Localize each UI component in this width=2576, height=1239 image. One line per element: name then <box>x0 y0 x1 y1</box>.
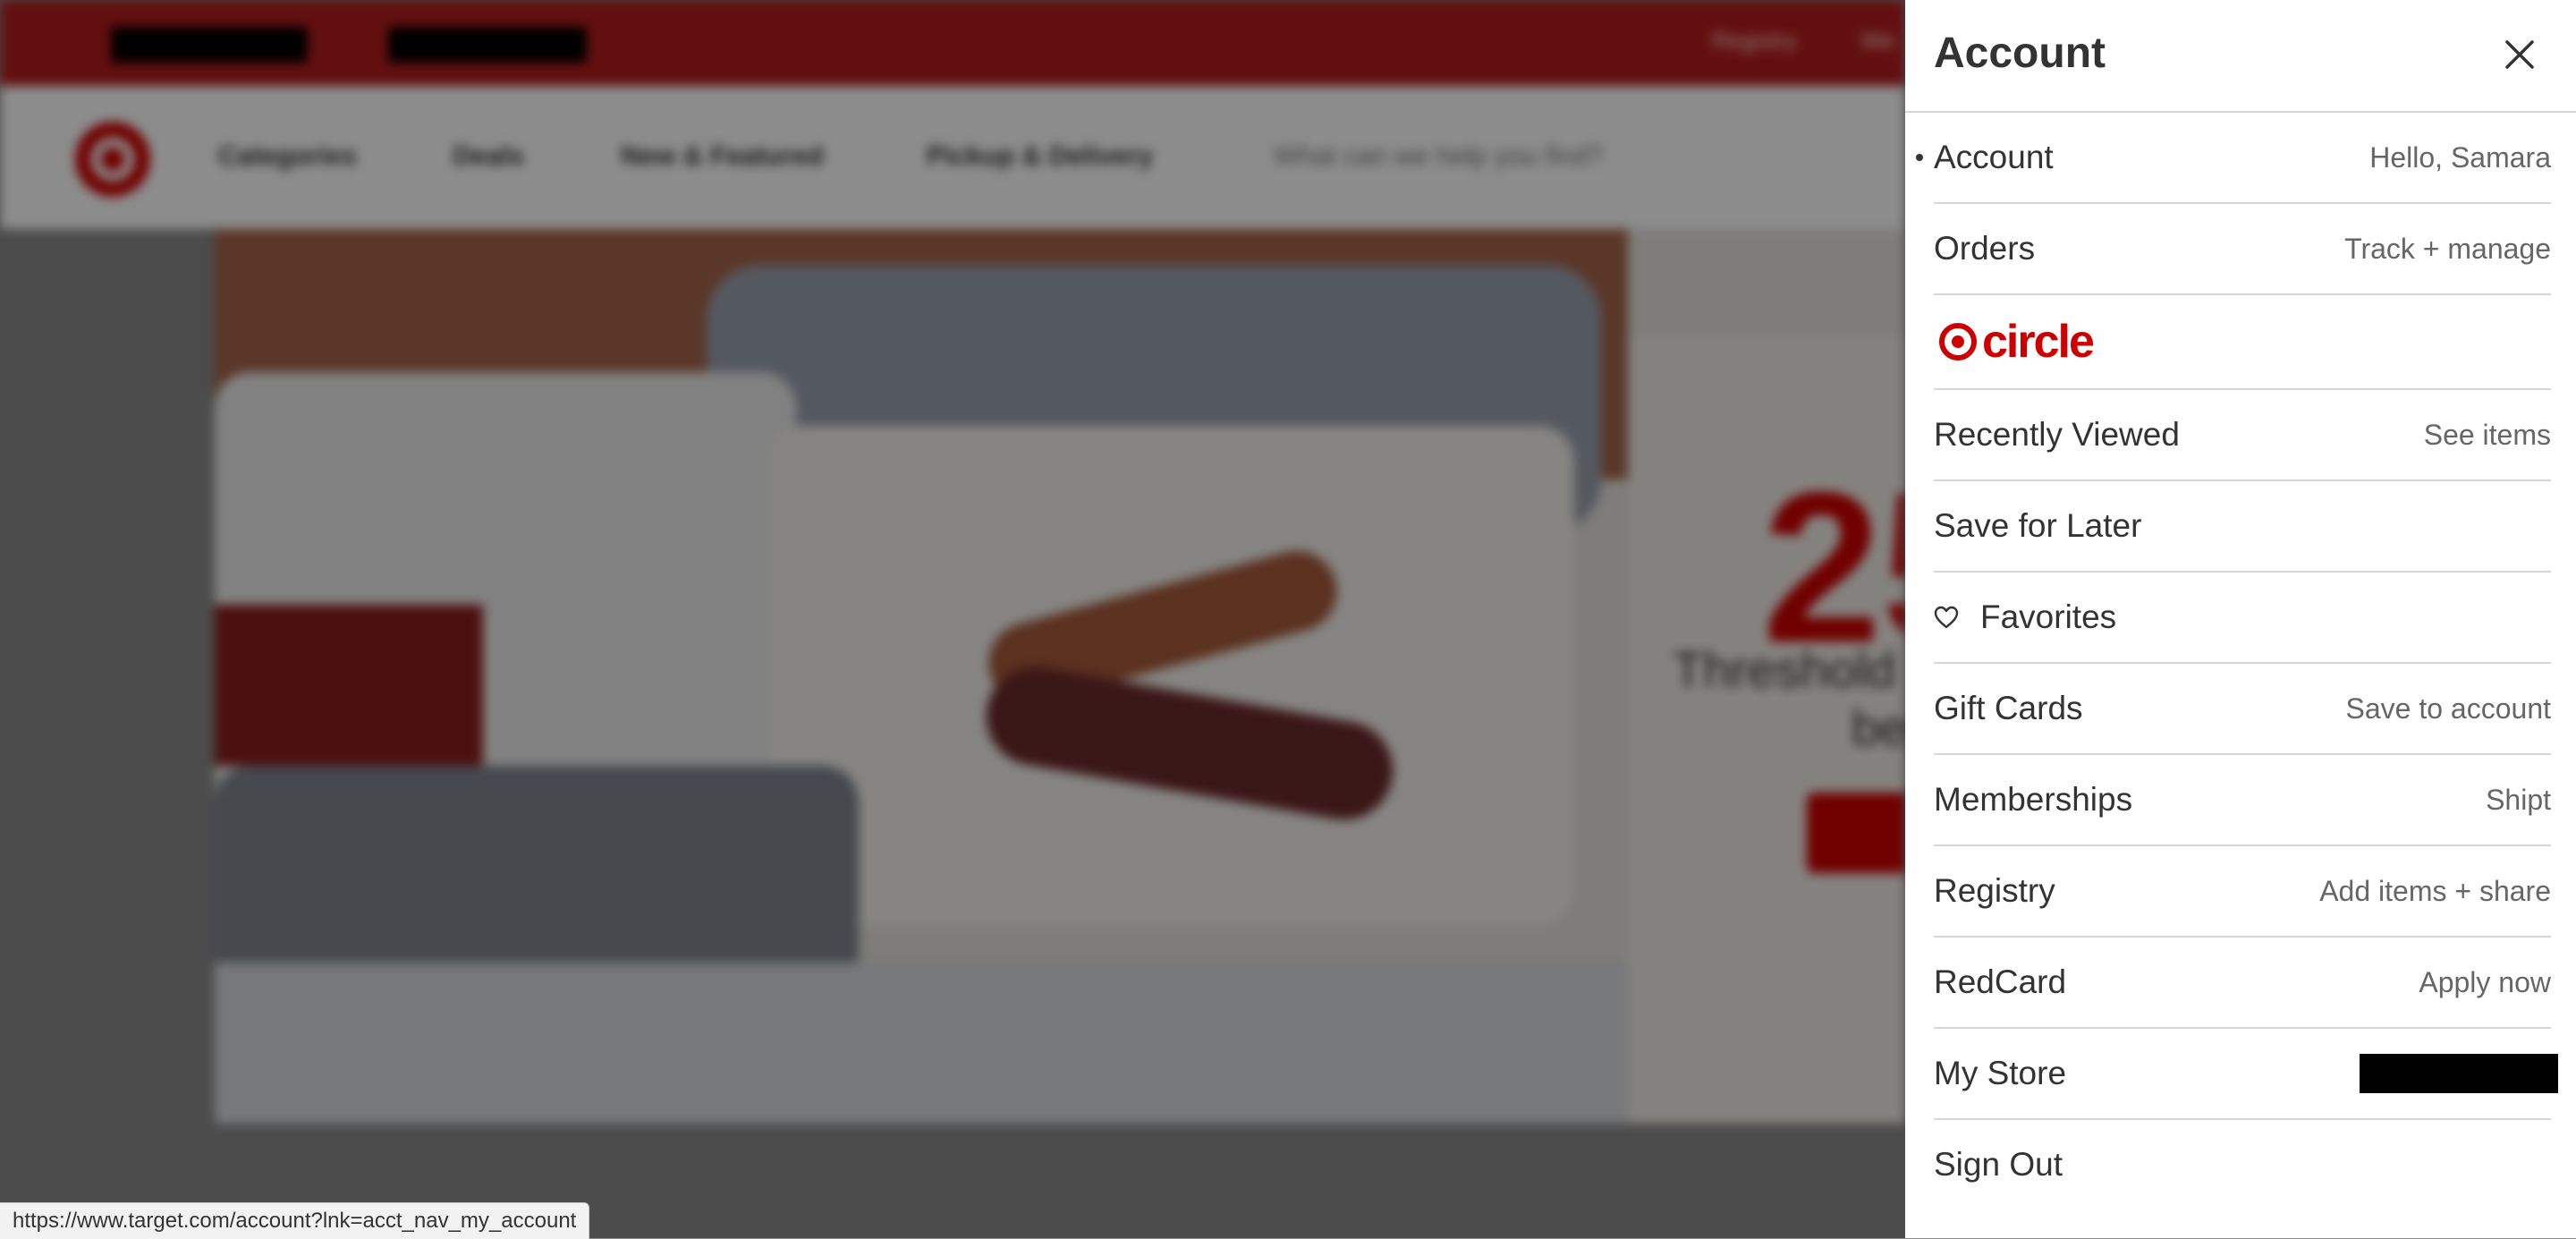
menu-item-label: Gift Cards <box>1934 690 2083 726</box>
menu-item-registry[interactable]: Registry Add items + share <box>1934 846 2551 938</box>
menu-item-save-for-later[interactable]: Save for Later <box>1934 481 2551 573</box>
menu-item-sub: Apply now <box>2419 965 2551 998</box>
circle-wordmark: circle <box>1982 316 2095 368</box>
redacted-store-name <box>2360 1054 2558 1093</box>
menu-item-favorites[interactable]: Favorites <box>1934 573 2551 664</box>
favorites-label-group: Favorites <box>1934 598 2116 636</box>
menu-item-label: Save for Later <box>1934 507 2142 544</box>
drawer-header: Account <box>1905 0 2576 113</box>
menu-item-label: Registry <box>1934 872 2055 909</box>
target-circle-logo: circle <box>1939 315 2095 369</box>
menu-item-sub: Add items + share <box>2319 874 2551 907</box>
menu-item-circle[interactable]: circle <box>1934 295 2551 390</box>
menu-item-label: RedCard <box>1934 963 2067 1000</box>
menu-item-label: Sign Out <box>1934 1146 2063 1183</box>
close-button[interactable] <box>2492 27 2547 82</box>
menu-item-label: Memberships <box>1934 781 2133 818</box>
drawer-title: Account <box>1934 30 2106 77</box>
menu-item-sub: Save to account <box>2345 692 2551 725</box>
menu-item-sub: Hello, Samara <box>2369 140 2551 174</box>
menu-item-sub: See items <box>2423 418 2551 451</box>
menu-item-gift-cards[interactable]: Gift Cards Save to account <box>1934 664 2551 755</box>
menu-item-label: My Store <box>1934 1055 2067 1091</box>
status-url-bar: https://www.target.com/account?lnk=acct_… <box>0 1202 590 1239</box>
menu-item-sub: Shipt <box>2486 783 2551 816</box>
menu-item-label: Orders <box>1934 230 2036 267</box>
menu-item-orders[interactable]: Orders Track + manage <box>1934 204 2551 295</box>
menu-item-redcard[interactable]: RedCard Apply now <box>1934 938 2551 1029</box>
bullseye-icon <box>1939 323 1977 361</box>
heart-icon <box>1934 606 1959 629</box>
menu-item-my-store[interactable]: My Store <box>1934 1029 2558 1120</box>
menu-item-recently-viewed[interactable]: Recently Viewed See items <box>1934 390 2551 481</box>
menu-item-memberships[interactable]: Memberships Shipt <box>1934 755 2551 846</box>
modal-overlay[interactable] <box>0 0 1905 1238</box>
menu-item-label: Account <box>1934 139 2054 175</box>
menu-item-label: Recently Viewed <box>1934 416 2180 453</box>
account-menu: Account Hello, Samara Orders Track + man… <box>1916 113 2558 1209</box>
close-icon <box>2505 40 2534 69</box>
menu-item-sub: Track + manage <box>2344 232 2551 265</box>
menu-item-sign-out[interactable]: Sign Out <box>1934 1120 2551 1209</box>
account-drawer: Account Account Hello, Samara Orders Tra… <box>1905 0 2576 1238</box>
menu-item-label: Favorites <box>1980 598 2117 635</box>
menu-item-account[interactable]: Account Hello, Samara <box>1916 113 2551 204</box>
